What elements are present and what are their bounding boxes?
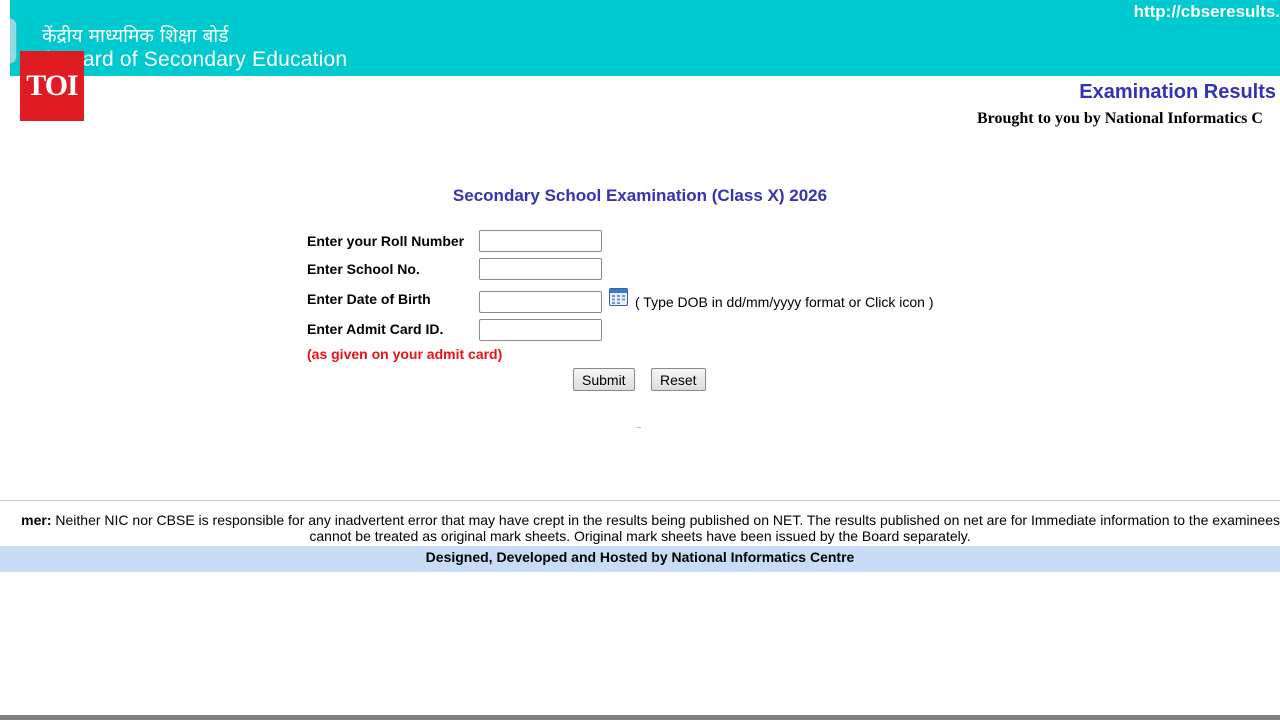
disclaimer-line-2: cannot be treated as original mark sheet… [309,528,971,544]
loading-dot [637,427,641,428]
disclaimer-prefix: mer: [21,512,52,528]
hindi-board-title: केंद्रीय माध्यमिक शिक्षा बोर्ड [42,25,229,47]
disclaimer-line-1: mer: Neither NIC nor CBSE is responsible… [21,512,1280,528]
bottom-edge [0,715,1280,720]
header-banner: केंद्रीय माध्यमिक शिक्षा बोर्ड al Board … [10,0,1280,76]
dob-label: Enter Date of Birth [307,291,431,307]
admit-card-input[interactable] [479,319,602,341]
exam-heading: Secondary School Examination (Class X) 2… [452,186,828,205]
dob-format-hint: ( Type DOB in dd/mm/yyyy format or Click… [635,294,934,310]
reset-button[interactable]: Reset [651,368,706,391]
site-url: http://cbseresults. [1133,2,1280,21]
dob-input[interactable] [479,291,602,313]
footer-credit: Designed, Developed and Hosted by Nation… [0,546,1280,572]
cbse-emblem-icon [10,18,17,64]
submit-button[interactable]: Submit [573,368,635,391]
brought-by-text: Brought to you by National Informatics C [977,110,1263,127]
admit-card-label: Enter Admit Card ID. [307,321,444,337]
footer-divider [0,500,1280,501]
calendar-icon[interactable] [609,287,628,306]
admit-card-note: (as given on your admit card) [307,346,503,362]
roll-number-input[interactable] [479,230,602,252]
roll-number-label: Enter your Roll Number [307,233,465,249]
disclaimer-text-1: Neither NIC nor CBSE is responsible for … [51,512,1280,528]
examination-results-title: Examination Results [1079,81,1276,103]
school-number-input[interactable] [479,258,602,280]
school-number-label: Enter School No. [307,261,420,277]
toi-logo: TOI [20,51,84,121]
